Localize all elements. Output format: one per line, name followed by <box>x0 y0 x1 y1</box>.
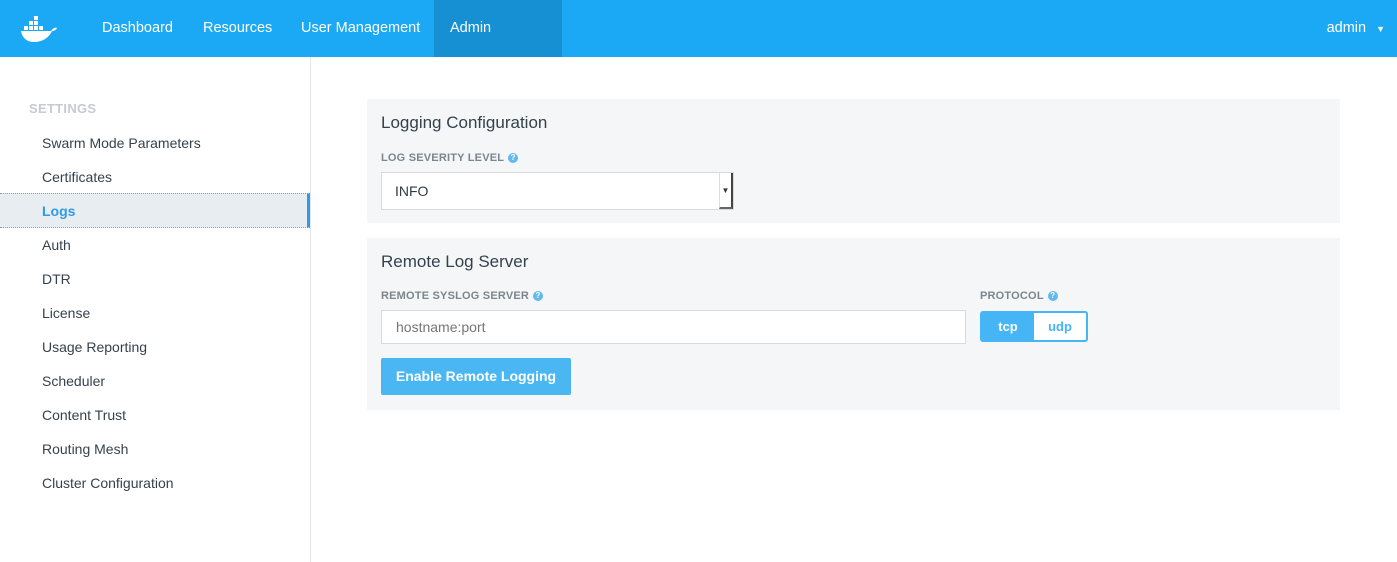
panel-title: Logging Configuration <box>381 113 548 132</box>
sidebar-item-cluster-configuration[interactable]: Cluster Configuration <box>0 466 310 501</box>
protocol-udp-button[interactable]: udp <box>1034 313 1086 340</box>
sidebar-item-license[interactable]: License <box>0 296 310 331</box>
docker-logo-icon[interactable] <box>20 14 58 44</box>
sidebar-item-scheduler[interactable]: Scheduler <box>0 364 310 399</box>
nav-admin-settings[interactable]: Admin Settings <box>434 0 562 93</box>
sidebar-item-logs[interactable]: Logs <box>0 193 310 228</box>
label-text: PROTOCOL <box>980 290 1044 302</box>
protocol-toggle: tcp udp <box>980 311 1088 342</box>
panel-title: Remote Log Server <box>381 252 529 271</box>
help-icon[interactable]: ? <box>1047 291 1058 301</box>
settings-sidebar: SETTINGS Swarm Mode Parameters Certifica… <box>0 57 311 562</box>
label-text: REMOTE SYSLOG SERVER <box>381 290 530 302</box>
sidebar-item-swarm-mode-parameters[interactable]: Swarm Mode Parameters <box>0 126 310 161</box>
selected-value: INFO <box>395 183 429 199</box>
enable-remote-logging-button[interactable]: Enable Remote Logging <box>381 358 571 395</box>
sidebar-item-routing-mesh[interactable]: Routing Mesh <box>0 432 310 467</box>
top-navbar: Dashboard Resources User Management Admi… <box>0 0 1397 93</box>
sidebar-item-auth[interactable]: Auth <box>0 228 310 263</box>
protocol-tcp-button[interactable]: tcp <box>982 313 1034 340</box>
label-text: LOG SEVERITY LEVEL <box>381 152 505 164</box>
sidebar-item-usage-reporting[interactable]: Usage Reporting <box>0 330 310 365</box>
protocol-label: PROTOCOL? <box>980 290 1058 302</box>
sidebar-item-content-trust[interactable]: Content Trust <box>0 398 310 433</box>
username: admin <box>1326 20 1367 36</box>
remote-syslog-server-input[interactable] <box>381 310 966 344</box>
nav-user-management[interactable]: User Management <box>285 0 436 57</box>
nav-resources[interactable]: Resources <box>187 0 288 57</box>
sidebar-item-certificates[interactable]: Certificates <box>0 160 310 195</box>
sidebar-item-dtr[interactable]: DTR <box>0 262 310 297</box>
logging-configuration-panel: Logging Configuration LOG SEVERITY LEVEL… <box>367 99 1340 223</box>
log-severity-select[interactable]: INFO ▼ <box>381 172 734 210</box>
dropdown-arrow-icon: ▼ <box>719 173 733 209</box>
help-icon[interactable]: ? <box>508 153 519 163</box>
nav-dashboard[interactable]: Dashboard <box>86 0 189 57</box>
remote-syslog-server-label: REMOTE SYSLOG SERVER? <box>381 290 544 302</box>
remote-log-server-panel: Remote Log Server REMOTE SYSLOG SERVER? … <box>367 238 1340 410</box>
sidebar-heading: SETTINGS <box>29 101 97 116</box>
log-severity-label: LOG SEVERITY LEVEL? <box>381 152 519 164</box>
user-menu[interactable]: admin ▼ <box>1327 0 1385 58</box>
help-icon[interactable]: ? <box>533 291 544 301</box>
caret-down-icon: ▼ <box>1376 24 1385 34</box>
